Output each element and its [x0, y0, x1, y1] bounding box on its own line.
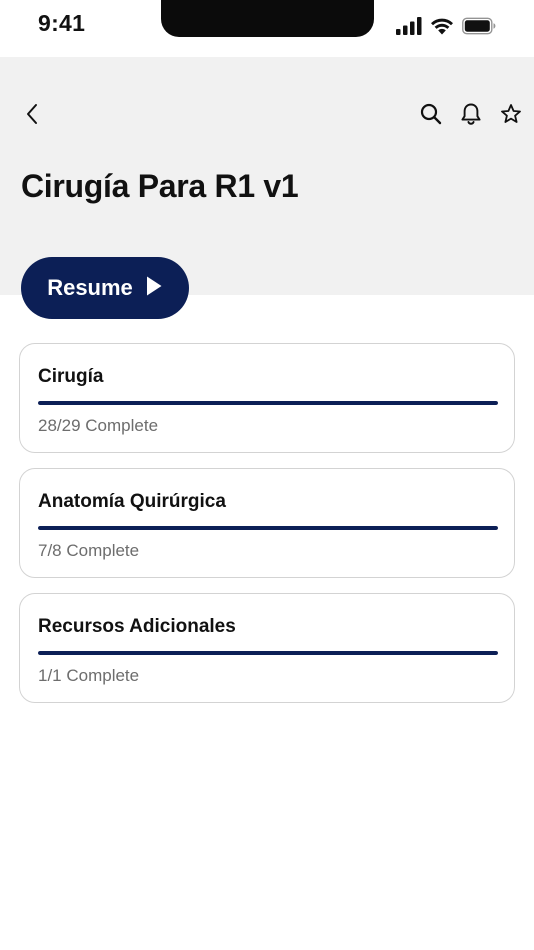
chevron-left-icon	[25, 103, 39, 130]
page-title: Cirugía Para R1 v1	[21, 168, 299, 204]
phone-screen: 9:41 Cirugía Para R1 v1 Resume Cirugía 2…	[0, 0, 534, 950]
resume-button[interactable]: Resume	[21, 257, 189, 319]
play-icon	[145, 275, 163, 302]
device-notch	[161, 0, 374, 37]
progress-bar	[38, 401, 498, 405]
star-icon	[500, 103, 522, 130]
signal-icon	[396, 17, 422, 35]
back-button[interactable]	[18, 102, 46, 130]
resume-label: Resume	[47, 275, 133, 300]
status-bar: 9:41	[0, 0, 534, 57]
section-title: Recursos Adicionales	[38, 616, 236, 637]
status-time: 9:41	[38, 10, 86, 36]
search-icon	[420, 103, 442, 130]
progress-fill	[38, 401, 498, 405]
notifications-button[interactable]	[456, 102, 486, 130]
progress-fill	[38, 651, 498, 655]
status-icons	[396, 16, 496, 36]
section-status: 1/1 Complete	[38, 666, 140, 685]
section-status: 28/29 Complete	[38, 416, 159, 435]
section-list: Cirugía 28/29 Complete Anatomía Quirúrgi…	[19, 343, 515, 718]
bell-icon	[460, 102, 482, 131]
wifi-icon	[430, 17, 454, 35]
header-actions	[416, 102, 526, 130]
section-card[interactable]: Cirugía 28/29 Complete	[19, 343, 515, 453]
progress-bar	[38, 526, 498, 530]
progress-fill	[38, 526, 498, 530]
section-status: 7/8 Complete	[38, 541, 140, 560]
battery-icon	[462, 17, 496, 35]
search-button[interactable]	[416, 102, 446, 130]
section-card[interactable]: Anatomía Quirúrgica 7/8 Complete	[19, 468, 515, 578]
section-title: Cirugía	[38, 366, 104, 387]
progress-bar	[38, 651, 498, 655]
favorite-button[interactable]	[496, 102, 526, 130]
section-title: Anatomía Quirúrgica	[38, 491, 226, 512]
section-card[interactable]: Recursos Adicionales 1/1 Complete	[19, 593, 515, 703]
